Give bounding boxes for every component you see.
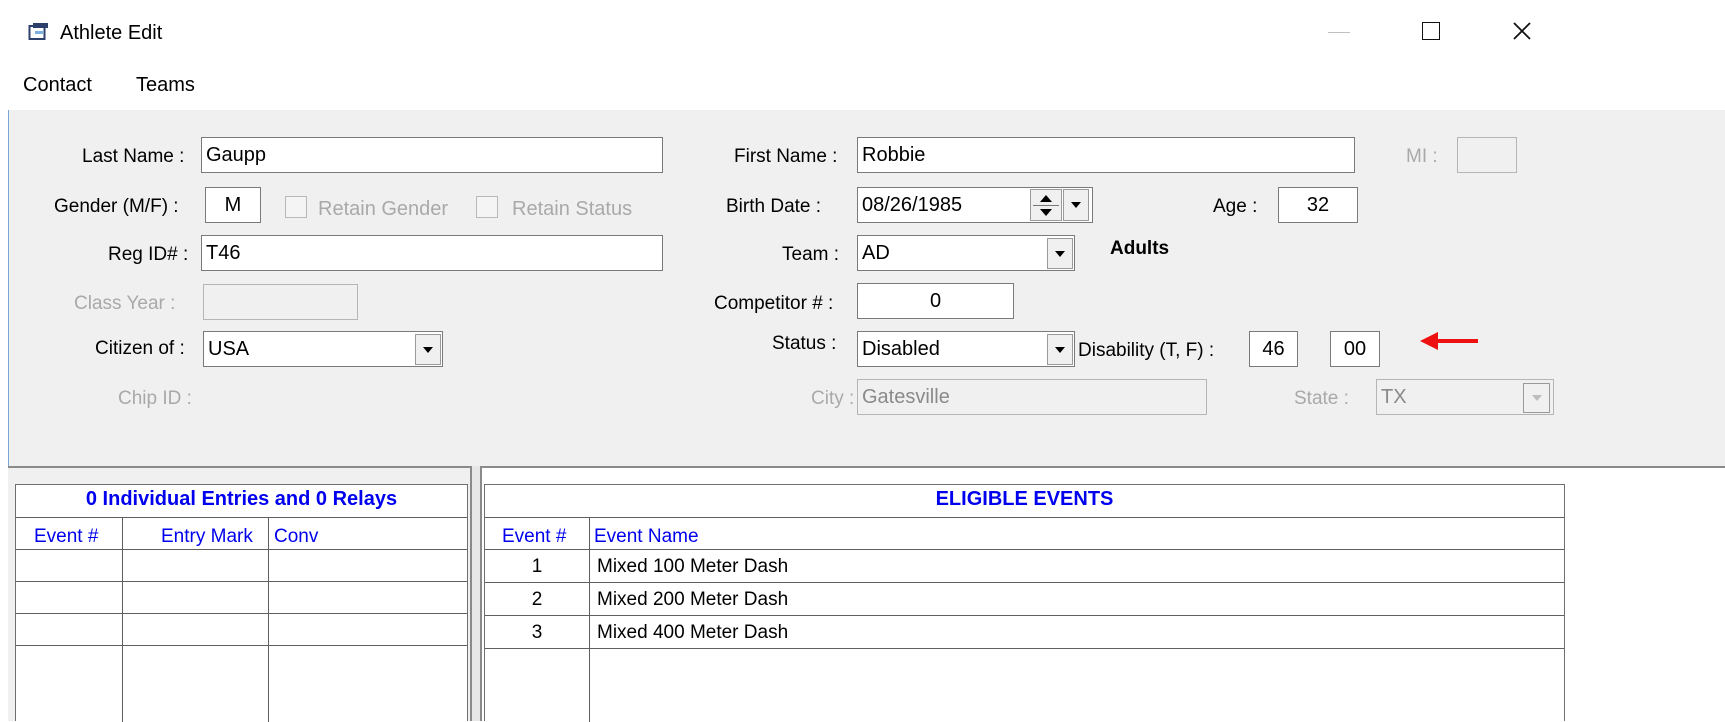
status-label: Status : [772,333,837,354]
close-icon[interactable] [1512,21,1532,41]
last-name-input[interactable]: Gaupp [201,137,663,173]
eligible-events-grid: ELIGIBLE EVENTS Event # Event Name 1 Mix… [484,484,1565,722]
birth-date-spin[interactable] [1030,189,1062,221]
entries-grid: 0 Individual Entries and 0 Relays Event … [15,484,468,722]
entries-row[interactable] [16,614,467,645]
entries-row[interactable] [16,582,467,613]
eligible-title: ELIGIBLE EVENTS [935,488,1114,510]
window-title: Athlete Edit [60,22,163,44]
entries-col-conv[interactable]: Conv [274,527,318,546]
chip-id-label: Chip ID : [118,388,192,409]
menu-bar: Contact Teams [0,64,1725,110]
citizen-select[interactable]: USA [203,331,443,367]
disability-label: Disability (T, F) : [1078,340,1215,361]
team-dropdown[interactable] [1047,238,1073,269]
entries-row[interactable] [16,550,467,581]
reg-id-input[interactable]: T46 [201,235,663,271]
birth-date-dropdown[interactable] [1063,189,1089,221]
chevron-down-icon [1071,202,1081,208]
citizen-value: USA [208,338,250,360]
competitor-input[interactable]: 0 [857,283,1014,319]
state-dropdown [1523,383,1550,413]
event-number: 2 [531,589,543,610]
event-name: Mixed 100 Meter Dash [597,556,789,577]
state-value: TX [1381,386,1407,408]
status-value: Disabled [862,338,940,360]
menu-contact[interactable]: Contact [23,75,92,95]
retain-status-checkbox[interactable] [476,196,498,218]
age-input[interactable]: 32 [1278,187,1358,223]
mi-input [1457,137,1517,173]
city-label: City : [811,388,855,409]
first-name-input[interactable]: Robbie [857,137,1355,173]
chevron-down-icon [1531,395,1542,401]
menu-teams[interactable]: Teams [136,75,195,95]
red-arrow-icon [1420,332,1478,350]
last-name-label: Last Name : [82,146,185,167]
mi-label: MI : [1406,146,1438,167]
chevron-down-icon [423,346,433,353]
team-value: AD [862,242,890,264]
bottom-separator [8,466,1725,468]
disability-t-input[interactable]: 46 [1249,331,1298,367]
panel-splitter[interactable] [470,466,482,721]
team-name: Adults [1110,238,1170,259]
city-input: Gatesville [857,379,1207,415]
team-select[interactable]: AD [857,235,1075,271]
entries-col-entry-mark[interactable]: Entry Mark [161,527,253,546]
citizen-label: Citizen of : [95,338,185,359]
entries-col-event[interactable]: Event # [34,527,98,546]
retain-status-label: Retain Status [512,198,633,220]
retain-gender-label: Retain Gender [318,198,449,220]
title-bar: Athlete Edit [0,0,1725,64]
gender-input[interactable]: M [205,187,261,223]
event-number: 1 [531,556,543,577]
event-name: Mixed 400 Meter Dash [597,622,789,643]
retain-gender-checkbox[interactable] [285,196,307,218]
gender-label: Gender (M/F) : [54,196,179,217]
status-dropdown[interactable] [1047,334,1073,365]
eligible-col-event[interactable]: Event # [502,527,566,546]
eligible-row[interactable]: 3 Mixed 400 Meter Dash [485,616,1564,648]
chevron-down-icon [1055,346,1065,353]
spin-up-icon[interactable] [1039,194,1053,203]
class-year-label: Class Year : [74,293,176,314]
birth-date-label: Birth Date : [726,196,822,217]
birth-date-value: 08/26/1985 [862,194,963,216]
event-number: 3 [531,622,543,643]
state-label: State : [1294,388,1349,409]
eligible-row[interactable]: 2 Mixed 200 Meter Dash [485,583,1564,615]
chevron-down-icon [1055,250,1065,257]
minimize-icon[interactable] [1328,32,1350,33]
disability-f-input[interactable]: 00 [1330,331,1380,367]
status-select[interactable]: Disabled [857,331,1075,367]
team-label: Team : [782,244,840,265]
class-year-input [203,284,358,320]
first-name-label: First Name : [734,146,838,167]
eligible-col-name[interactable]: Event Name [594,527,699,546]
maximize-icon[interactable] [1422,22,1440,40]
event-name: Mixed 200 Meter Dash [597,589,789,610]
app-icon [28,23,48,40]
reg-id-label: Reg ID# : [108,244,189,265]
age-label: Age : [1213,196,1258,217]
citizen-dropdown[interactable] [415,334,441,365]
eligible-row[interactable]: 1 Mixed 100 Meter Dash [485,550,1564,582]
entries-title: 0 Individual Entries and 0 Relays [85,488,398,510]
competitor-label: Competitor # : [714,293,834,314]
spin-down-icon[interactable] [1039,208,1053,217]
